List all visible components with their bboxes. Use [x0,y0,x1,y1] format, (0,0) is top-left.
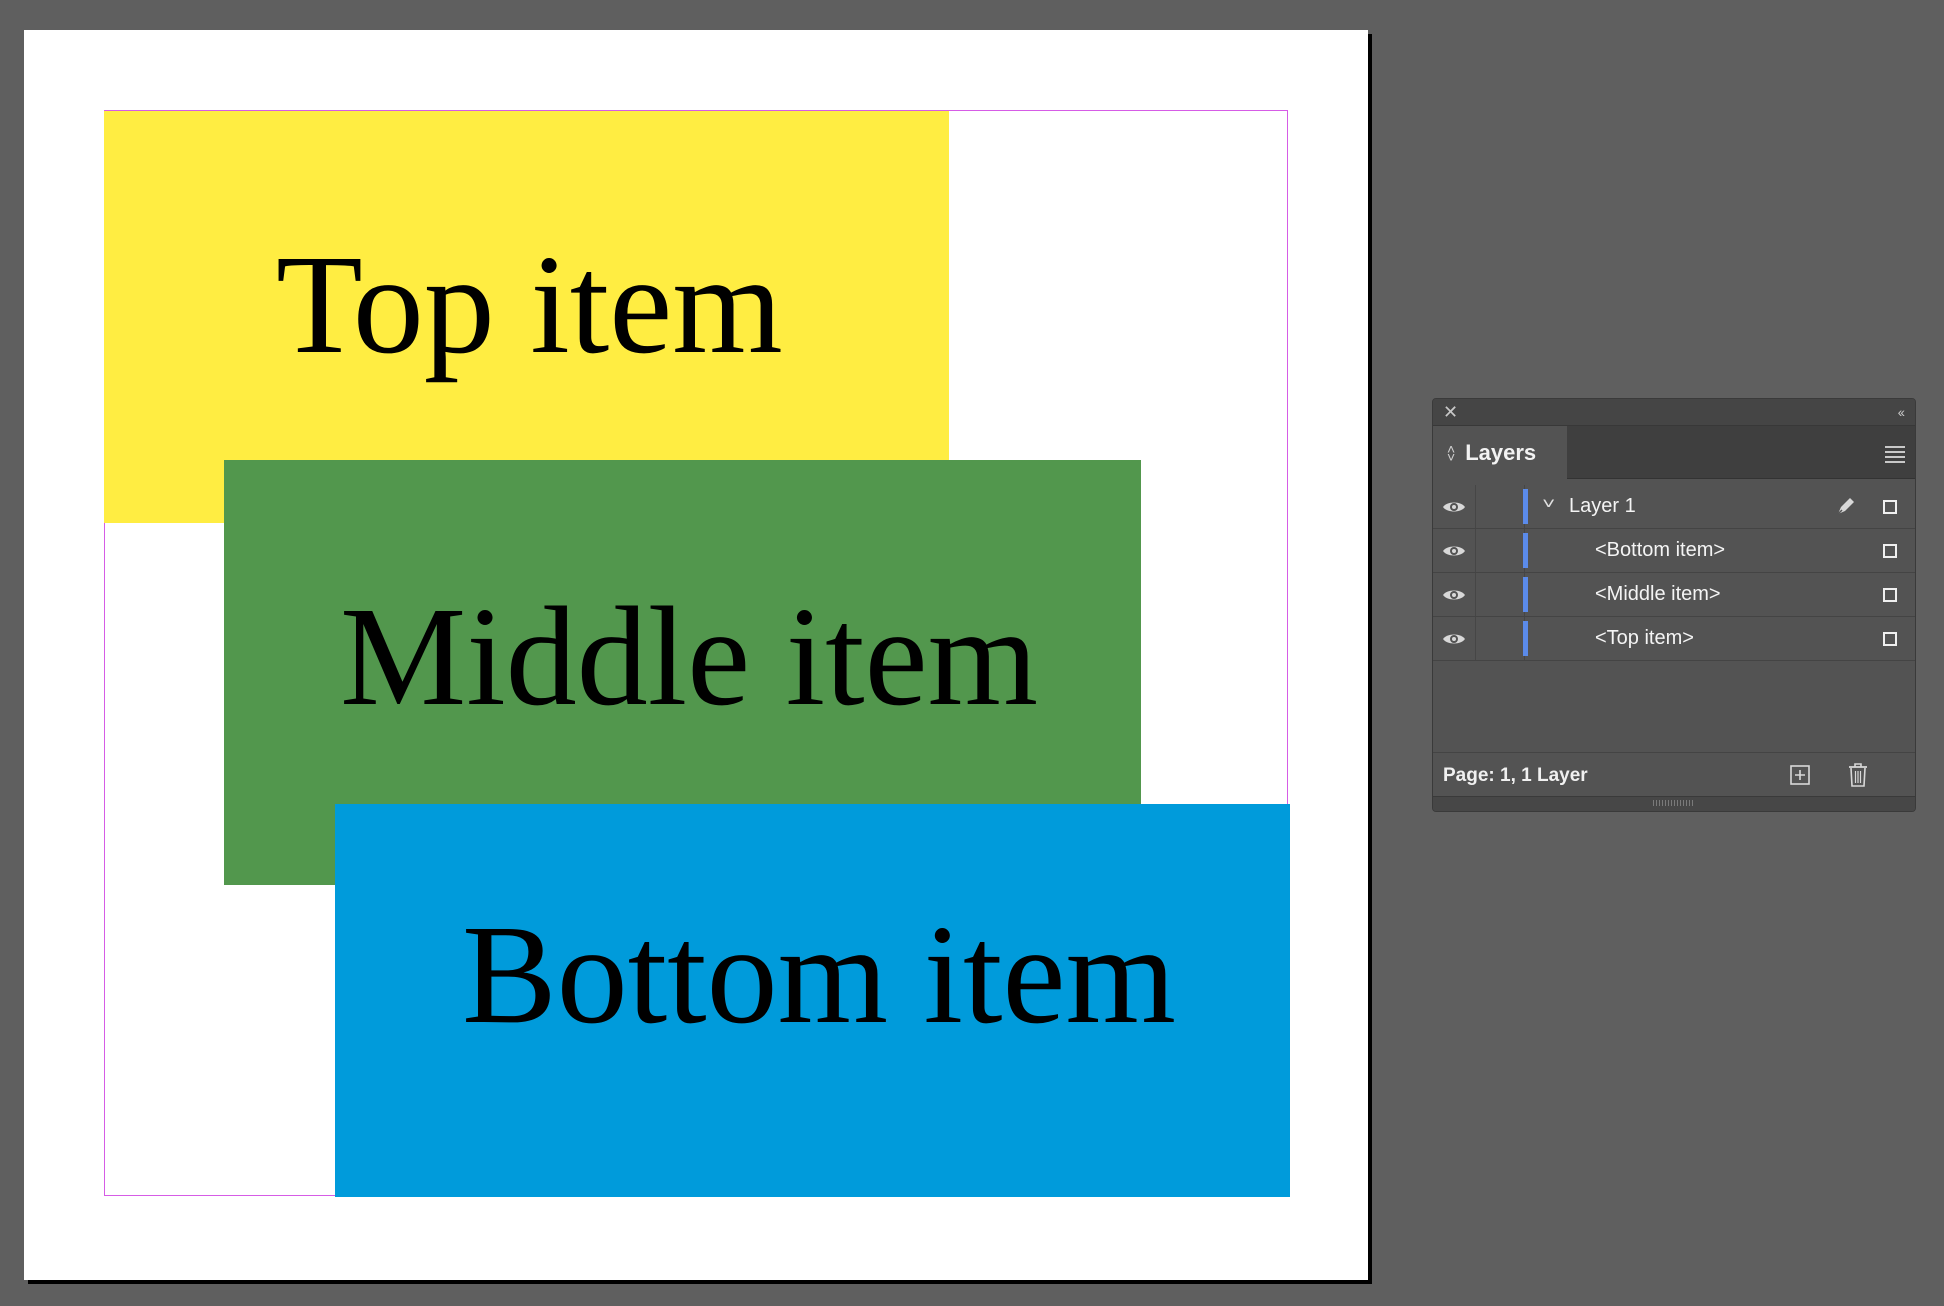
selection-square[interactable] [1883,632,1897,646]
panel-menu-icon[interactable] [1885,446,1905,466]
chevron-down-icon[interactable]: ˅ [1542,496,1555,514]
close-icon[interactable]: ✕ [1443,402,1458,422]
lock-toggle[interactable] [1476,485,1525,528]
panel-footer: Page: 1, 1 Layer [1433,752,1915,797]
layers-panel: ✕ ‹‹ ˄ ˅ Layers ˅ Layer 1 <Bottom item> … [1432,398,1916,812]
layer-color-chip [1523,577,1528,612]
updown-arrows-icon: ˄ ˅ [1447,440,1456,465]
document-page: Top item Middle item Bottom item [24,30,1368,1280]
layer-row-top-item[interactable]: <Top item> [1433,617,1915,661]
layer-row-layer-1[interactable]: ˅ Layer 1 [1433,485,1915,529]
trash-icon[interactable] [1847,762,1869,788]
object-name[interactable]: <Top item> [1595,627,1694,650]
lock-toggle[interactable] [1476,529,1525,572]
tab-layers[interactable]: ˄ ˅ Layers [1433,426,1567,479]
bottom-item-frame[interactable]: Bottom item [335,804,1290,1197]
bottom-item-text[interactable]: Bottom item [462,903,1176,1045]
tab-label: Layers [1465,439,1537,465]
eye-icon [1443,590,1465,599]
panel-tabbar: ˄ ˅ Layers [1433,426,1915,479]
layer-row-bottom-item[interactable]: <Bottom item> [1433,529,1915,573]
layer-name[interactable]: Layer 1 [1569,495,1636,518]
lock-toggle[interactable] [1476,573,1525,616]
eye-icon [1443,502,1465,511]
visibility-toggle[interactable] [1433,617,1476,660]
new-layer-icon[interactable] [1789,764,1811,786]
visibility-toggle[interactable] [1433,529,1476,572]
layer-list: ˅ Layer 1 <Bottom item> <Middle item> <T… [1433,485,1915,661]
object-name[interactable]: <Middle item> [1595,583,1721,606]
layer-color-chip [1523,621,1528,656]
top-item-text[interactable]: Top item [276,233,783,375]
panel-resize-grip[interactable] [1433,796,1915,811]
layer-color-chip [1523,533,1528,568]
pen-icon [1837,498,1854,515]
layer-color-chip [1523,489,1528,524]
selection-square[interactable] [1883,588,1897,602]
lock-toggle[interactable] [1476,617,1525,660]
object-name[interactable]: <Bottom item> [1595,539,1725,562]
layer-row-middle-item[interactable]: <Middle item> [1433,573,1915,617]
panel-titlebar[interactable]: ✕ ‹‹ [1433,399,1915,426]
selection-square[interactable] [1883,544,1897,558]
eye-icon [1443,546,1465,555]
selection-square[interactable] [1883,500,1897,514]
visibility-toggle[interactable] [1433,485,1476,528]
collapse-panel-icon[interactable]: ‹‹ [1898,402,1905,422]
eye-icon [1443,634,1465,643]
layers-status-text: Page: 1, 1 Layer [1443,765,1588,786]
middle-item-text[interactable]: Middle item [340,585,1038,727]
visibility-toggle[interactable] [1433,573,1476,616]
